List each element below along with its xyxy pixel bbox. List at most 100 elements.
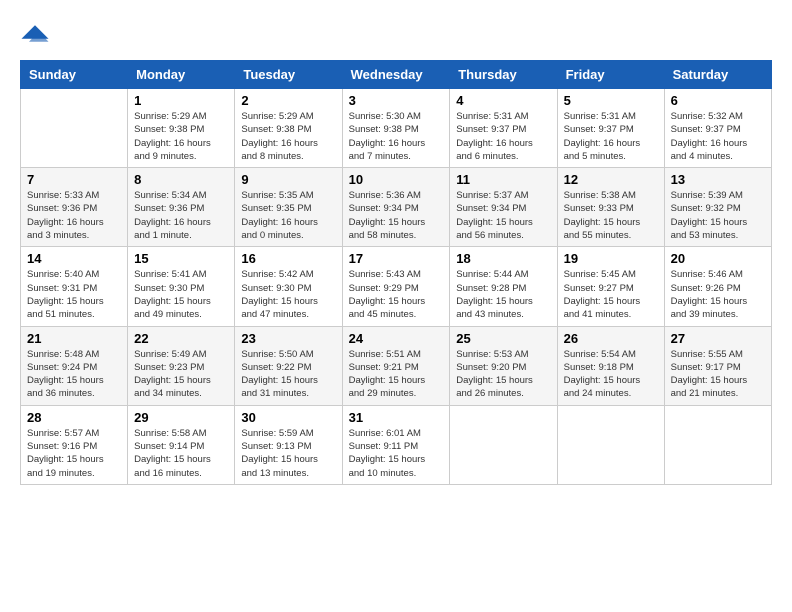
day-number: 20: [671, 251, 765, 266]
day-info: Sunrise: 5:59 AMSunset: 9:13 PMDaylight:…: [241, 427, 335, 480]
col-monday: Monday: [128, 61, 235, 89]
day-number: 18: [456, 251, 550, 266]
col-wednesday: Wednesday: [342, 61, 450, 89]
calendar-cell: 6 Sunrise: 5:32 AMSunset: 9:37 PMDaylight…: [664, 89, 771, 168]
day-number: 14: [27, 251, 121, 266]
calendar-header-row: Sunday Monday Tuesday Wednesday Thursday…: [21, 61, 772, 89]
day-number: 12: [564, 172, 658, 187]
calendar-cell: 27Sunrise: 5:55 AMSunset: 9:17 PMDayligh…: [664, 326, 771, 405]
day-number: 10: [349, 172, 444, 187]
calendar-cell: 22Sunrise: 5:49 AMSunset: 9:23 PMDayligh…: [128, 326, 235, 405]
day-number: 23: [241, 331, 335, 346]
day-number: 13: [671, 172, 765, 187]
day-info: Sunrise: 5:46 AMSunset: 9:26 PMDaylight:…: [671, 268, 765, 321]
day-number: 21: [27, 331, 121, 346]
calendar-cell: [21, 89, 128, 168]
day-number: 22: [134, 331, 228, 346]
logo-icon: [20, 20, 50, 50]
calendar-cell: 10 Sunrise: 5:36 AMSunset: 9:34 PMDayligh…: [342, 168, 450, 247]
day-number: 9: [241, 172, 335, 187]
day-info: Sunrise: 5:35 AMSunset: 9:35 PMDaylight:…: [241, 189, 335, 242]
calendar-cell: 5 Sunrise: 5:31 AMSunset: 9:37 PMDaylight…: [557, 89, 664, 168]
calendar-cell: [450, 405, 557, 484]
day-info: Sunrise: 5:48 AMSunset: 9:24 PMDaylight:…: [27, 348, 121, 401]
day-number: 5: [564, 93, 658, 108]
calendar-cell: 13 Sunrise: 5:39 AMSunset: 9:32 PMDayligh…: [664, 168, 771, 247]
day-info: Sunrise: 5:32 AMSunset: 9:37 PMDaylight:…: [671, 110, 765, 163]
day-number: 3: [349, 93, 444, 108]
day-info: Sunrise: 5:30 AMSunset: 9:38 PMDaylight:…: [349, 110, 444, 163]
day-info: Sunrise: 5:40 AMSunset: 9:31 PMDaylight:…: [27, 268, 121, 321]
calendar-cell: 24 Sunrise: 5:51 AMSunset: 9:21 PMDayligh…: [342, 326, 450, 405]
calendar-cell: 21 Sunrise: 5:48 AMSunset: 9:24 PMDayligh…: [21, 326, 128, 405]
day-number: 8: [134, 172, 228, 187]
calendar-cell: 16 Sunrise: 5:42 AMSunset: 9:30 PMDayligh…: [235, 247, 342, 326]
day-info: Sunrise: 5:43 AMSunset: 9:29 PMDaylight:…: [349, 268, 444, 321]
calendar-cell: 18Sunrise: 5:44 AMSunset: 9:28 PMDayligh…: [450, 247, 557, 326]
day-info: Sunrise: 5:34 AMSunset: 9:36 PMDaylight:…: [134, 189, 228, 242]
day-info: Sunrise: 5:57 AMSunset: 9:16 PMDaylight:…: [27, 427, 121, 480]
day-number: 30: [241, 410, 335, 425]
calendar-cell: 2 Sunrise: 5:29 AMSunset: 9:38 PMDaylight…: [235, 89, 342, 168]
calendar-week-row: 7 Sunrise: 5:33 AMSunset: 9:36 PMDaylight…: [21, 168, 772, 247]
calendar-cell: 9 Sunrise: 5:35 AMSunset: 9:35 PMDaylight…: [235, 168, 342, 247]
day-number: 17: [349, 251, 444, 266]
day-number: 4: [456, 93, 550, 108]
day-info: Sunrise: 5:45 AMSunset: 9:27 PMDaylight:…: [564, 268, 658, 321]
calendar-week-row: 1 Sunrise: 5:29 AMSunset: 9:38 PMDaylight…: [21, 89, 772, 168]
calendar-cell: 7 Sunrise: 5:33 AMSunset: 9:36 PMDaylight…: [21, 168, 128, 247]
col-saturday: Saturday: [664, 61, 771, 89]
calendar-cell: 15 Sunrise: 5:41 AMSunset: 9:30 PMDayligh…: [128, 247, 235, 326]
col-thursday: Thursday: [450, 61, 557, 89]
day-number: 26: [564, 331, 658, 346]
calendar-cell: [664, 405, 771, 484]
calendar-cell: [557, 405, 664, 484]
calendar-table: Sunday Monday Tuesday Wednesday Thursday…: [20, 60, 772, 485]
day-info: Sunrise: 5:29 AMSunset: 9:38 PMDaylight:…: [241, 110, 335, 163]
day-number: 1: [134, 93, 228, 108]
calendar-cell: 1 Sunrise: 5:29 AMSunset: 9:38 PMDaylight…: [128, 89, 235, 168]
day-info: Sunrise: 5:58 AMSunset: 9:14 PMDaylight:…: [134, 427, 228, 480]
calendar-cell: 31Sunrise: 6:01 AMSunset: 9:11 PMDayligh…: [342, 405, 450, 484]
logo: [20, 20, 54, 50]
day-info: Sunrise: 5:29 AMSunset: 9:38 PMDaylight:…: [134, 110, 228, 163]
day-number: 31: [349, 410, 444, 425]
day-number: 25: [456, 331, 550, 346]
day-number: 24: [349, 331, 444, 346]
day-info: Sunrise: 5:54 AMSunset: 9:18 PMDaylight:…: [564, 348, 658, 401]
day-number: 6: [671, 93, 765, 108]
day-info: Sunrise: 5:53 AMSunset: 9:20 PMDaylight:…: [456, 348, 550, 401]
calendar-cell: 26 Sunrise: 5:54 AMSunset: 9:18 PMDayligh…: [557, 326, 664, 405]
calendar-cell: 29Sunrise: 5:58 AMSunset: 9:14 PMDayligh…: [128, 405, 235, 484]
day-info: Sunrise: 5:51 AMSunset: 9:21 PMDaylight:…: [349, 348, 444, 401]
day-info: Sunrise: 5:41 AMSunset: 9:30 PMDaylight:…: [134, 268, 228, 321]
calendar-week-row: 14 Sunrise: 5:40 AMSunset: 9:31 PMDayligh…: [21, 247, 772, 326]
day-info: Sunrise: 5:36 AMSunset: 9:34 PMDaylight:…: [349, 189, 444, 242]
day-info: Sunrise: 5:31 AMSunset: 9:37 PMDaylight:…: [564, 110, 658, 163]
col-friday: Friday: [557, 61, 664, 89]
calendar-cell: 3 Sunrise: 5:30 AMSunset: 9:38 PMDaylight…: [342, 89, 450, 168]
calendar-week-row: 28 Sunrise: 5:57 AMSunset: 9:16 PMDayligh…: [21, 405, 772, 484]
day-info: Sunrise: 5:38 AMSunset: 9:33 PMDaylight:…: [564, 189, 658, 242]
calendar-cell: 25 Sunrise: 5:53 AMSunset: 9:20 PMDayligh…: [450, 326, 557, 405]
calendar-cell: 14 Sunrise: 5:40 AMSunset: 9:31 PMDayligh…: [21, 247, 128, 326]
day-info: Sunrise: 5:39 AMSunset: 9:32 PMDaylight:…: [671, 189, 765, 242]
day-info: Sunrise: 5:42 AMSunset: 9:30 PMDaylight:…: [241, 268, 335, 321]
calendar-cell: 30 Sunrise: 5:59 AMSunset: 9:13 PMDayligh…: [235, 405, 342, 484]
day-number: 27: [671, 331, 765, 346]
day-info: Sunrise: 5:31 AMSunset: 9:37 PMDaylight:…: [456, 110, 550, 163]
calendar-cell: 12 Sunrise: 5:38 AMSunset: 9:33 PMDayligh…: [557, 168, 664, 247]
day-number: 7: [27, 172, 121, 187]
day-info: Sunrise: 5:33 AMSunset: 9:36 PMDaylight:…: [27, 189, 121, 242]
calendar-week-row: 21 Sunrise: 5:48 AMSunset: 9:24 PMDayligh…: [21, 326, 772, 405]
calendar-cell: 20 Sunrise: 5:46 AMSunset: 9:26 PMDayligh…: [664, 247, 771, 326]
day-number: 19: [564, 251, 658, 266]
day-number: 28: [27, 410, 121, 425]
day-number: 16: [241, 251, 335, 266]
col-tuesday: Tuesday: [235, 61, 342, 89]
col-sunday: Sunday: [21, 61, 128, 89]
day-number: 15: [134, 251, 228, 266]
day-number: 2: [241, 93, 335, 108]
calendar-cell: 28 Sunrise: 5:57 AMSunset: 9:16 PMDayligh…: [21, 405, 128, 484]
day-info: Sunrise: 5:50 AMSunset: 9:22 PMDaylight:…: [241, 348, 335, 401]
